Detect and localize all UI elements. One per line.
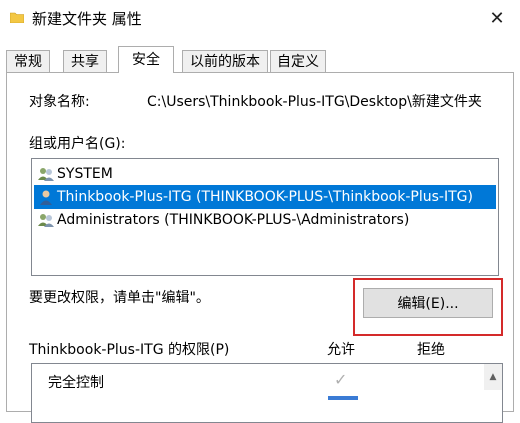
allow-header: 允许 [327,342,355,358]
list-item-administrators[interactable]: Administrators (THINKBOOK-PLUS-\Administ… [34,208,496,232]
group-users-label: 组或用户名(G): [29,136,126,152]
user-icon [40,190,52,205]
object-path: C:\Users\Thinkbook-Plus-ITG\Desktop\新建文件… [147,94,482,110]
folder-icon [10,12,24,23]
scroll-up-arrow-icon[interactable]: ▲ [484,364,502,390]
selection-indicator [328,396,358,400]
tab-security[interactable]: 安全 [118,46,174,73]
list-item-system[interactable]: SYSTEM [34,162,496,186]
edit-button[interactable]: 编辑(E)... [363,288,493,318]
user-list[interactable]: SYSTEM Thinkbook-Plus-ITG (THINKBOOK-PLU… [31,158,499,276]
window-title: 新建文件夹 属性 [32,10,142,28]
user-name: SYSTEM [57,166,113,182]
tab-sharing[interactable]: 共享 [63,50,107,72]
close-button[interactable]: ✕ [474,0,520,36]
permissions-list[interactable]: 完全控制 ✓ ▲ [31,363,503,423]
object-name-label: 对象名称: [29,94,90,110]
tab-general[interactable]: 常规 [6,50,50,72]
user-name: Thinkbook-Plus-ITG (THINKBOOK-PLUS-\Thin… [57,189,473,205]
title-bar: 新建文件夹 属性 ✕ [0,0,520,38]
permissions-for-label: Thinkbook-Plus-ITG 的权限(P) [29,342,230,358]
user-name: Administrators (THINKBOOK-PLUS-\Administ… [57,212,410,228]
users-group-icon [38,168,54,181]
change-permissions-hint: 要更改权限，请单击"编辑"。 [29,290,210,306]
security-panel: 对象名称: C:\Users\Thinkbook-Plus-ITG\Deskto… [6,72,514,423]
tab-strip: 常规 共享 安全 以前的版本 自定义 [6,46,514,73]
permission-name: 完全控制 [48,375,104,391]
deny-header: 拒绝 [417,342,445,358]
list-item-thinkbook-user[interactable]: Thinkbook-Plus-ITG (THINKBOOK-PLUS-\Thin… [34,185,496,209]
users-group-icon [38,214,54,227]
allow-check-icon: ✓ [334,370,348,389]
tab-customize[interactable]: 自定义 [270,50,326,72]
tab-previous-versions[interactable]: 以前的版本 [182,50,268,72]
